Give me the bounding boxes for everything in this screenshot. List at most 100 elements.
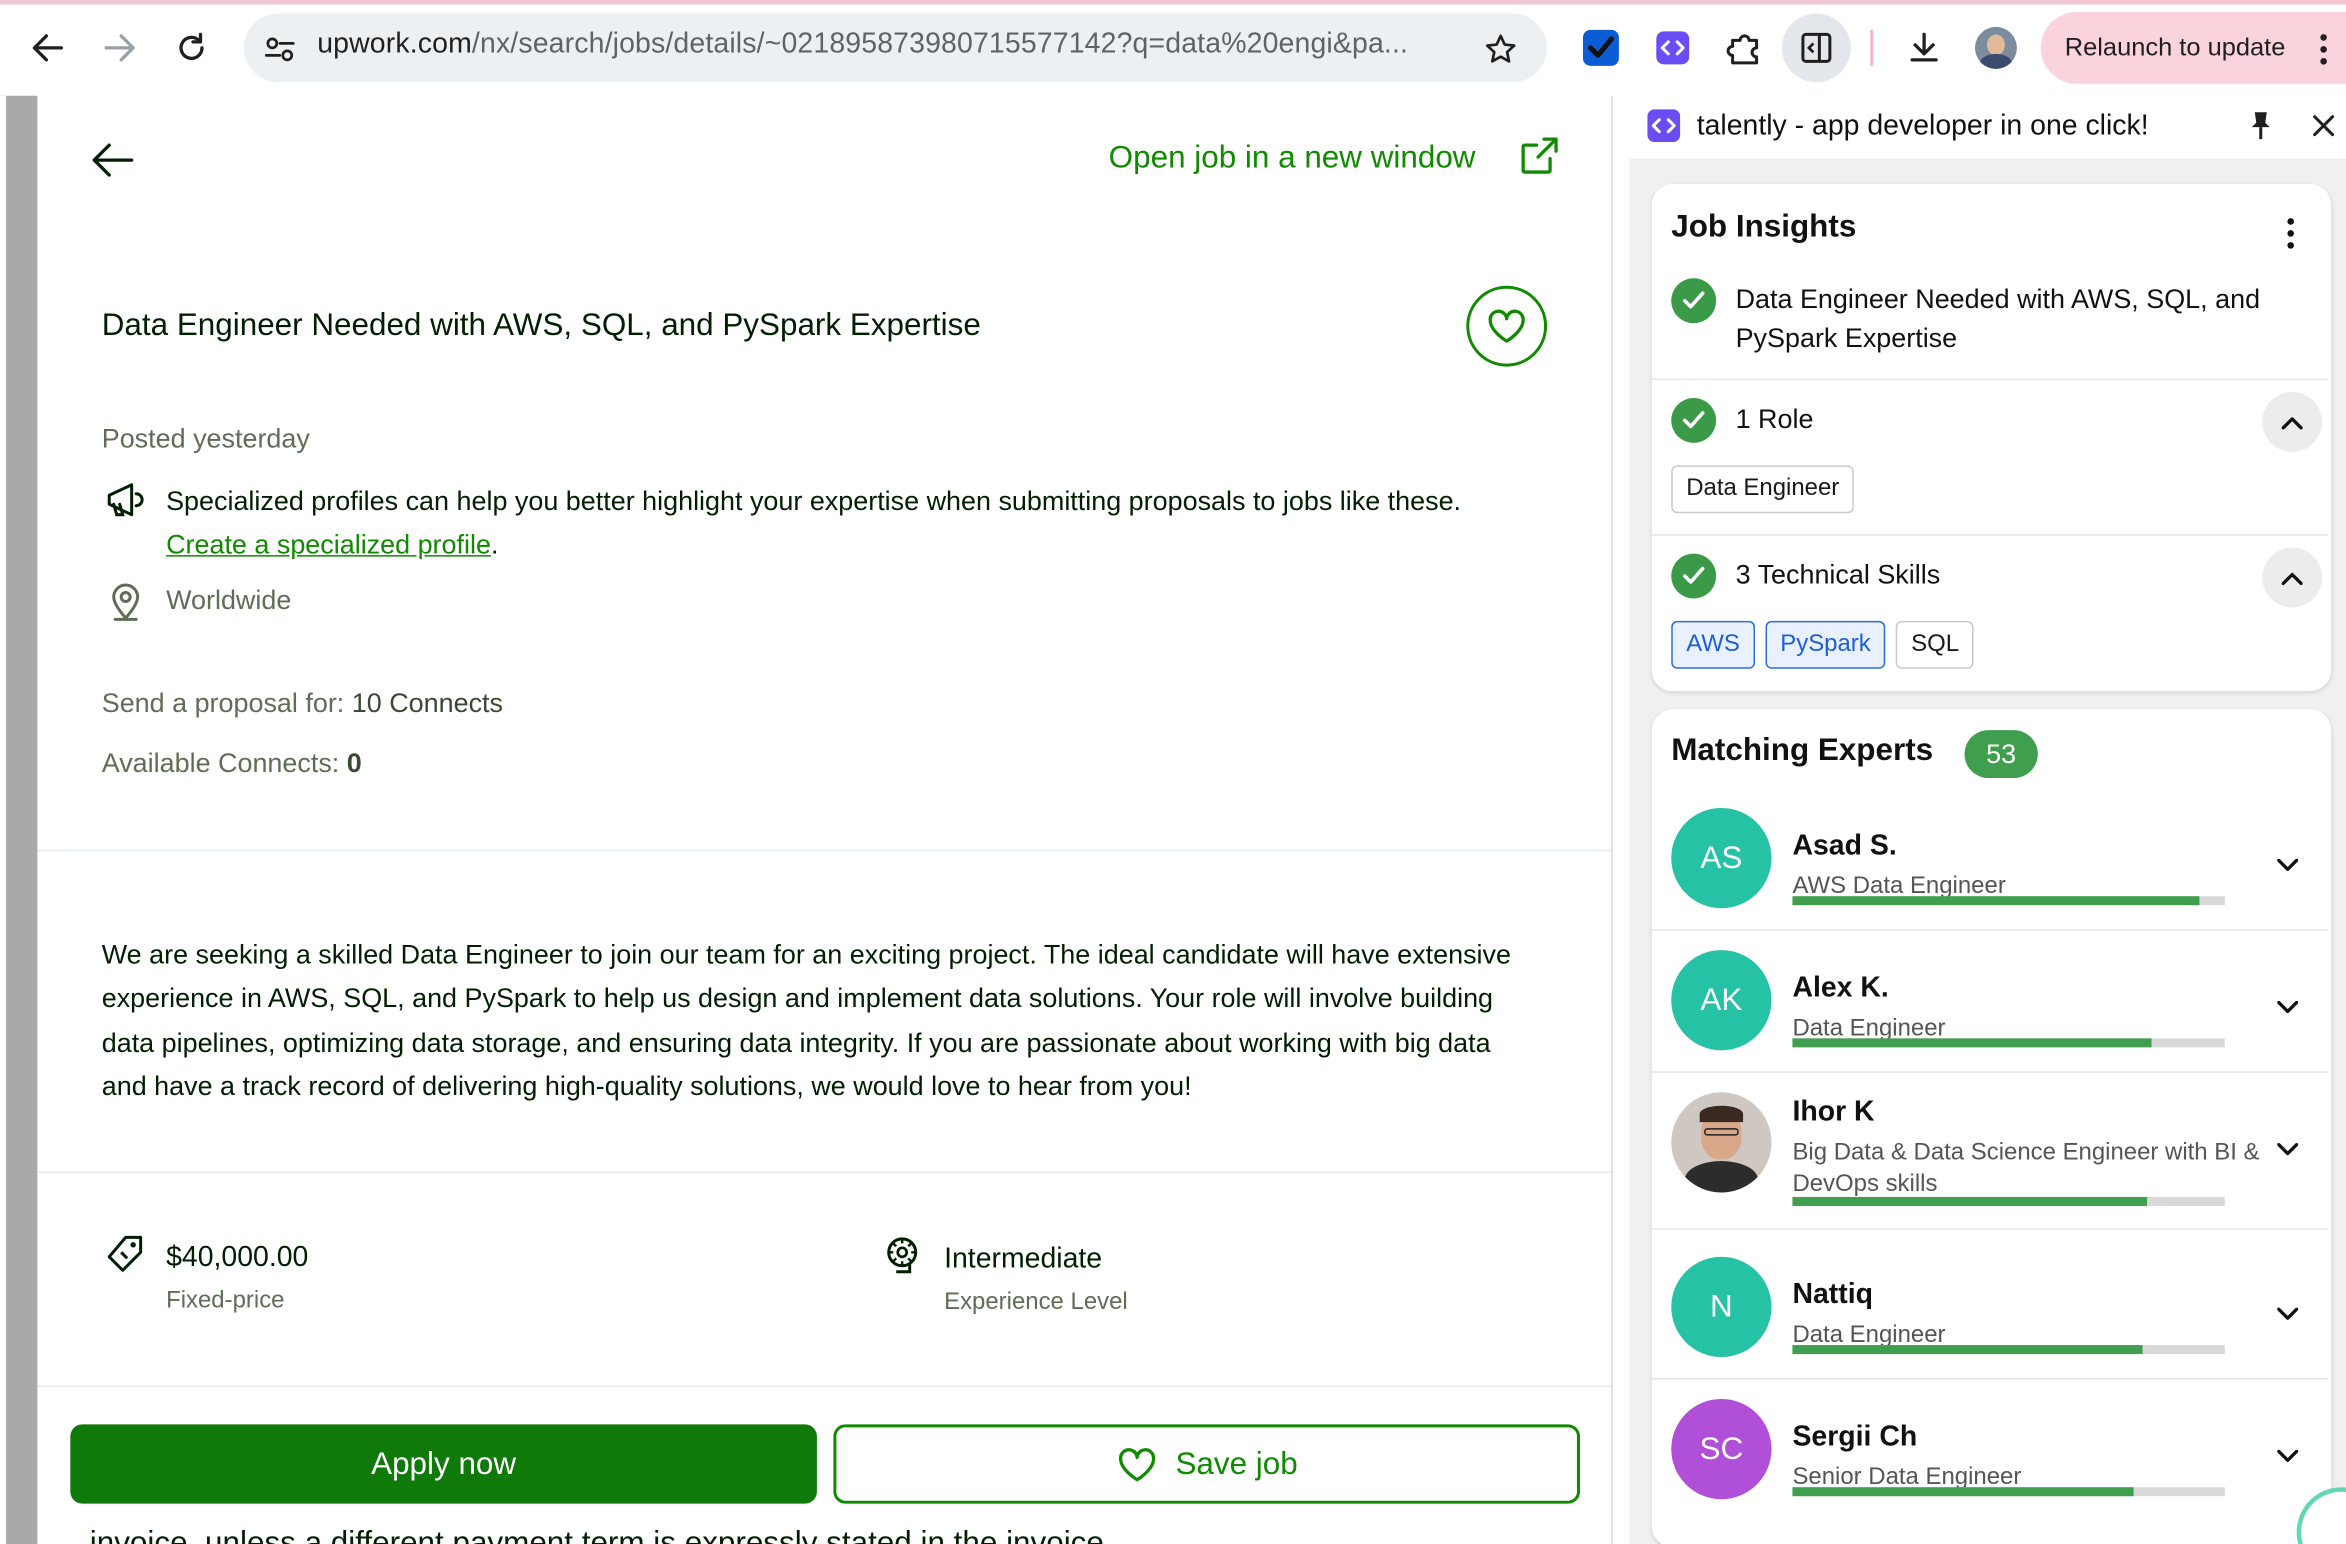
- url-path: /nx/search/jobs/details/~021895873980715…: [471, 28, 1409, 60]
- talently-logo-icon: [1647, 109, 1681, 143]
- expert-name[interactable]: Ihor K: [1792, 1097, 1874, 1130]
- available-label: Available Connects:: [101, 748, 340, 779]
- matching-experts-card: Matching Experts 53 AS Asad S. AWS Data En…: [1651, 709, 2332, 1544]
- extension-checkmark-icon[interactable]: [1580, 27, 1622, 69]
- location: Worldwide: [166, 585, 292, 615]
- save-job-button[interactable]: Save job: [833, 1424, 1580, 1504]
- forward-arrow-icon[interactable]: [96, 24, 144, 72]
- chevron-up-icon: [2281, 572, 2303, 585]
- expert-row[interactable]: N Nattiq Data Engineer: [1651, 1228, 2329, 1392]
- specialized-period: .: [490, 529, 499, 560]
- insights-title: Job Insights: [1671, 209, 1857, 244]
- expert-avatar: AK: [1671, 950, 1772, 1051]
- available-value: 0: [346, 748, 362, 779]
- chevron-up-icon: [2281, 416, 2303, 429]
- extensions-puzzle-icon[interactable]: [1722, 25, 1767, 70]
- chevron-down-icon[interactable]: [2277, 995, 2299, 1022]
- close-icon[interactable]: [2312, 114, 2339, 141]
- bookmark-star-icon[interactable]: [1480, 28, 1522, 70]
- collapse-skills-button[interactable]: [2262, 547, 2323, 608]
- skill-chip-sql[interactable]: SQL: [1896, 620, 1975, 669]
- job-price: $40,000.00: [166, 1241, 309, 1274]
- background-page-edge: [0, 95, 6, 1544]
- chevron-down-icon[interactable]: [2277, 1137, 2299, 1164]
- job-insights-card: Job Insights Data Engineer Needed with A…: [1651, 184, 2332, 692]
- job-description: We are seeking a skilled Data Engineer t…: [101, 939, 1511, 1102]
- relaunch-button[interactable]: Relaunch to update: [2040, 11, 2346, 84]
- skill-chip-aws[interactable]: AWS: [1671, 620, 1755, 669]
- experience-level: Intermediate: [944, 1243, 1103, 1275]
- expert-avatar: N: [1671, 1256, 1772, 1358]
- open-new-window-link[interactable]: Open job in a new window: [1109, 141, 1476, 177]
- toolbar-divider: [1870, 29, 1874, 66]
- expert-name[interactable]: Sergii Ch: [1792, 1421, 1917, 1454]
- apply-now-button[interactable]: Apply now: [70, 1424, 817, 1504]
- terms-text-clipped: invoice, unless a different payment term…: [89, 1526, 1104, 1544]
- divider: [1651, 534, 2329, 536]
- divider: [1651, 929, 2329, 931]
- expert-row[interactable]: AS Asad S. AWS Data Engineer: [1652, 807, 2328, 943]
- kebab-menu-icon[interactable]: [2286, 217, 2298, 253]
- external-link-icon[interactable]: [1516, 132, 1564, 180]
- match-score-fill: [1792, 1487, 2135, 1497]
- pin-icon[interactable]: [2249, 111, 2276, 144]
- posted-date: Posted yesterday: [101, 423, 310, 454]
- reload-icon[interactable]: [168, 24, 216, 72]
- expert-avatar: [1671, 1092, 1772, 1193]
- side-panel-title: talently - app developer in one click!: [1696, 110, 2149, 143]
- talently-side-panel: talently - app developer in one click! J…: [1629, 95, 2346, 1544]
- divider: [37, 1171, 1612, 1174]
- heart-icon: [1488, 309, 1525, 343]
- match-score-bar: [1792, 1345, 2225, 1355]
- roles-chip-list: Data Engineer: [1671, 465, 1855, 514]
- more-menu-icon[interactable]: [2319, 33, 2331, 66]
- match-score-bar: [1792, 896, 2225, 906]
- expert-role: Big Data & Data Science Engineer with BI…: [1792, 1140, 2260, 1197]
- side-panel-icon[interactable]: [1781, 13, 1851, 83]
- roles-label: 1 Role: [1735, 403, 1814, 434]
- chevron-down-icon[interactable]: [2277, 853, 2299, 880]
- save-heart-button[interactable]: [1466, 285, 1548, 367]
- collapse-roles-button[interactable]: [2262, 392, 2323, 452]
- relaunch-label: Relaunch to update: [2064, 32, 2286, 62]
- expert-name[interactable]: Nattiq: [1792, 1279, 1873, 1312]
- skill-chip-pyspark[interactable]: PySpark: [1765, 620, 1886, 669]
- chevron-down-icon[interactable]: [2277, 1444, 2299, 1471]
- check-icon: [1671, 278, 1717, 324]
- expert-avatar: SC: [1671, 1398, 1772, 1500]
- specialized-profile-note: Specialized profiles can help you better…: [166, 480, 1602, 567]
- expert-name[interactable]: Alex K.: [1792, 973, 1888, 1006]
- skills-label: 3 Technical Skills: [1735, 559, 1941, 590]
- price-type: Fixed-price: [166, 1288, 285, 1314]
- megaphone-icon: [105, 479, 150, 524]
- check-icon: [1671, 397, 1717, 443]
- download-icon[interactable]: [1902, 25, 1947, 70]
- talently-extension-icon[interactable]: [1652, 27, 1694, 69]
- url-host: upwork.com: [317, 28, 472, 60]
- side-panel-header: talently - app developer in one click!: [1629, 95, 2346, 159]
- expert-row[interactable]: SC Sergii Ch Senior Data Engineer: [1651, 1378, 2329, 1534]
- create-specialized-profile-link[interactable]: Create a specialized profile: [166, 530, 491, 560]
- site-settings-icon[interactable]: [260, 30, 299, 69]
- divider: [37, 1385, 1612, 1387]
- divider: [1651, 1378, 2329, 1380]
- back-arrow-icon[interactable]: [82, 138, 142, 183]
- expert-avatar: AS: [1671, 807, 1772, 909]
- role-chip[interactable]: Data Engineer: [1671, 465, 1855, 514]
- expert-row[interactable]: AK Alex K. Data Engineer: [1651, 929, 2329, 1085]
- back-arrow-icon[interactable]: [24, 24, 72, 72]
- url-text[interactable]: upwork.com/nx/search/jobs/details/~02189…: [317, 28, 1408, 61]
- tab-strip-edge: [0, 0, 2346, 5]
- insight-job-title: Data Engineer Needed with AWS, SQL, and …: [1735, 284, 2261, 354]
- job-details-panel: Open job in a new window Data Engineer N…: [37, 95, 1613, 1544]
- chevron-down-icon[interactable]: [2277, 1302, 2299, 1329]
- expert-name[interactable]: Asad S.: [1792, 830, 1896, 863]
- match-score-bar: [1792, 1487, 2225, 1497]
- experience-level-label: Experience Level: [944, 1289, 1128, 1316]
- match-score-fill: [1792, 896, 2199, 906]
- divider: [1651, 1071, 2329, 1073]
- proposal-value: 10 Connects: [351, 688, 504, 719]
- expert-row[interactable]: Ihor K Big Data & Data Science Engineer w…: [1651, 1071, 2329, 1227]
- proposal-label: Send a proposal for:: [101, 688, 345, 719]
- profile-avatar[interactable]: [1974, 26, 2017, 69]
